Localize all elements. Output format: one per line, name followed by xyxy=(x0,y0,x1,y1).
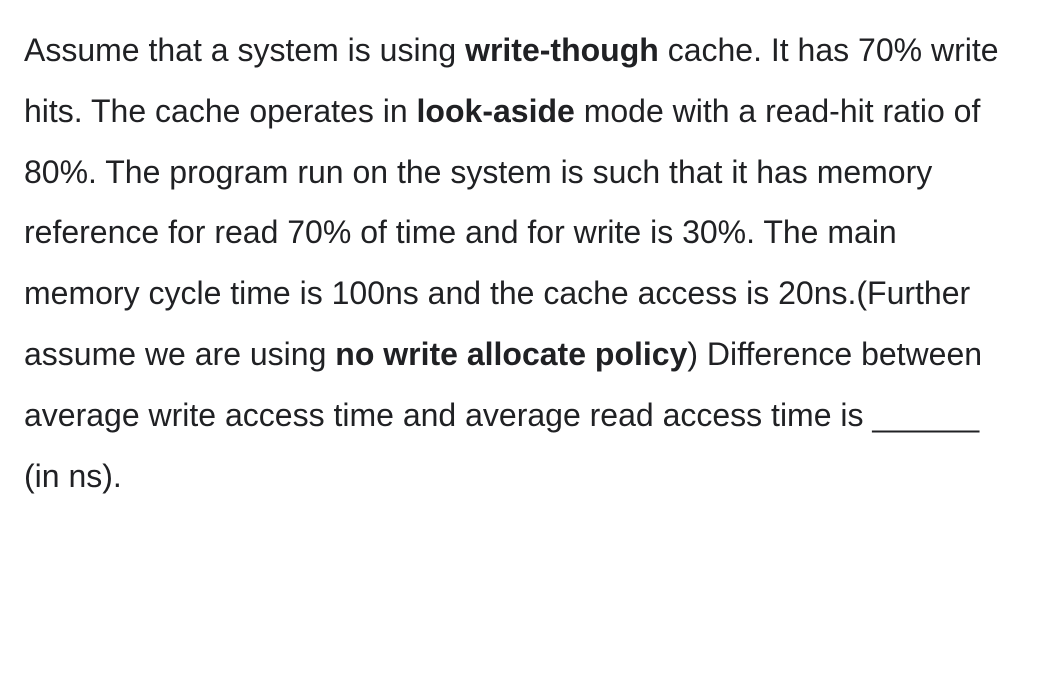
question-text: Assume that a system is using write-thou… xyxy=(24,20,1013,506)
answer-blank: ______ xyxy=(872,397,979,433)
bold-no-write-allocate: no write allocate policy xyxy=(335,336,687,372)
text-segment-5: (in ns). xyxy=(24,458,122,494)
bold-write-through: write-though xyxy=(465,32,659,68)
text-segment-3: mode with a read-hit ratio of 80%. The p… xyxy=(24,93,980,372)
bold-look-aside: look-aside xyxy=(417,93,575,129)
text-segment-1: Assume that a system is using xyxy=(24,32,465,68)
